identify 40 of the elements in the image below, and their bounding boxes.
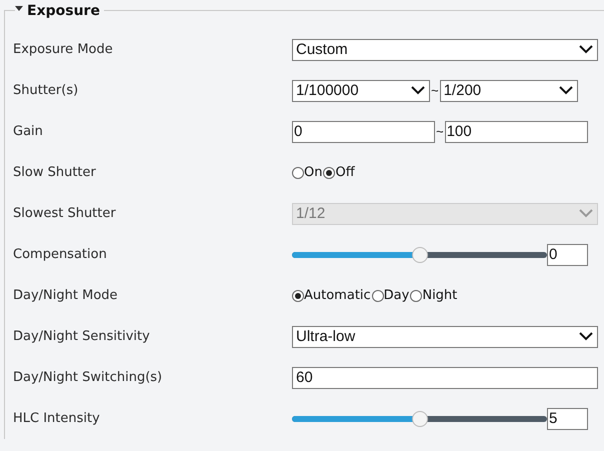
radio-label[interactable]: Off bbox=[335, 165, 355, 180]
input-field[interactable]: 60 bbox=[292, 366, 598, 388]
slider-thumb[interactable] bbox=[412, 410, 428, 426]
field-label: Exposure Mode bbox=[13, 42, 114, 57]
radio-button[interactable] bbox=[372, 290, 384, 302]
field-label: Slowest Shutter bbox=[13, 206, 117, 221]
field-label: HLC Intensity bbox=[13, 411, 101, 426]
slider-thumb[interactable] bbox=[412, 246, 428, 262]
section-title: Exposure bbox=[27, 3, 100, 19]
chevron-down-icon bbox=[579, 332, 593, 341]
input-field[interactable]: 100 bbox=[444, 120, 588, 142]
range-separator: ~ bbox=[436, 124, 444, 139]
dropdown[interactable]: Ultra-low bbox=[292, 326, 598, 348]
field-label: Day/Night Mode bbox=[13, 288, 119, 303]
range-separator: ~ bbox=[431, 83, 439, 98]
input-field[interactable]: 0 bbox=[547, 244, 588, 266]
chevron-down-icon bbox=[558, 86, 573, 95]
input-field[interactable]: 0 bbox=[292, 120, 435, 142]
chevron-down-icon bbox=[579, 209, 593, 218]
chevron-down-icon bbox=[579, 45, 593, 54]
input-field[interactable]: 5 bbox=[547, 408, 588, 430]
radio-label[interactable]: Automatic bbox=[304, 288, 371, 303]
radio-label[interactable]: Night bbox=[422, 288, 458, 303]
collapse-triangle-icon[interactable] bbox=[15, 6, 23, 10]
radio-button[interactable] bbox=[410, 290, 422, 302]
field-label: Shutter(s) bbox=[13, 83, 80, 98]
radio-button[interactable] bbox=[292, 290, 304, 302]
radio-button[interactable] bbox=[292, 166, 304, 178]
radio-button[interactable] bbox=[323, 166, 336, 178]
field-label: Compensation bbox=[13, 247, 108, 262]
radio-label[interactable]: On bbox=[304, 165, 322, 180]
field-label: Slow Shutter bbox=[13, 165, 97, 180]
field-label: Gain bbox=[13, 124, 44, 139]
radio-label[interactable]: Day bbox=[384, 288, 410, 303]
dropdown[interactable]: 1/100000 bbox=[292, 80, 430, 102]
chevron-down-icon bbox=[411, 86, 425, 95]
dropdown[interactable]: 1/200 bbox=[440, 80, 578, 102]
dropdown[interactable]: Custom bbox=[292, 38, 598, 60]
field-label: Day/Night Sensitivity bbox=[13, 329, 151, 344]
field-label: Day/Night Switching(s) bbox=[13, 370, 164, 385]
